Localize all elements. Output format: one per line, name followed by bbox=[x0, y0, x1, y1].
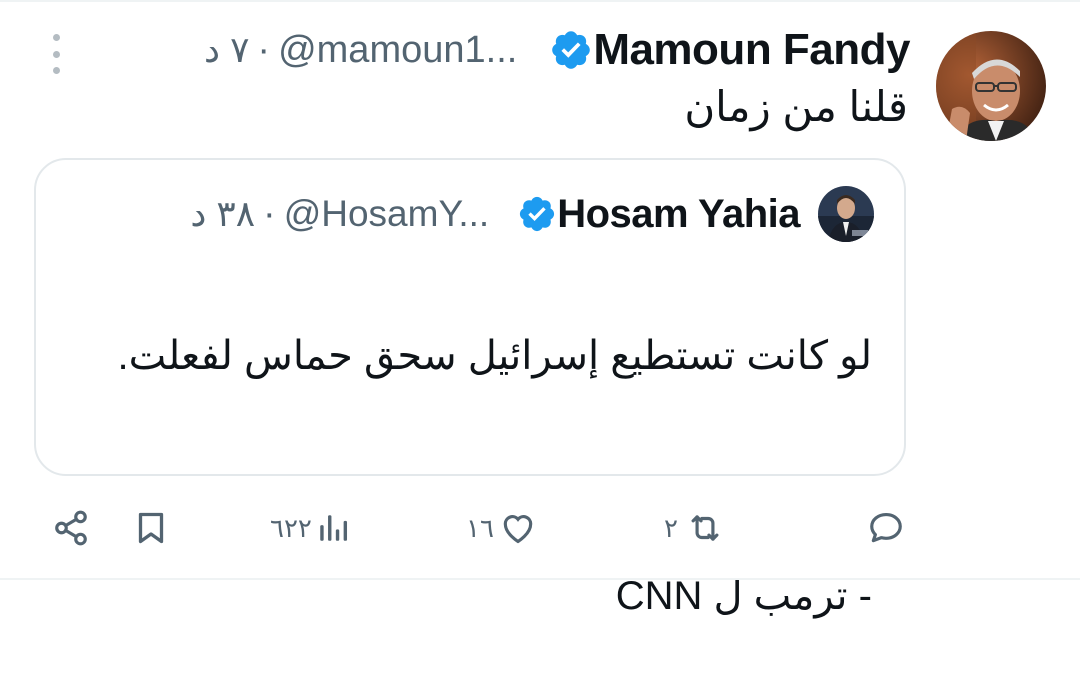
quoted-tweet-card[interactable]: Hosam Yahia @HosamY... · ٣٨ د لو كانت تس… bbox=[34, 158, 906, 618]
tweet-text: قلنا من زمان bbox=[684, 83, 908, 130]
quoted-text-line-1: لو كانت تستطيع إسرائيل سحق حماس لفعلت. bbox=[117, 334, 872, 378]
bookmark-button[interactable] bbox=[133, 500, 169, 556]
separator-dot: · bbox=[257, 28, 271, 71]
quoted-tweet-text: لو كانت تستطيع إسرائيل سحق حماس لفعلت. -… bbox=[72, 266, 872, 686]
share-icon bbox=[55, 510, 87, 546]
author-name[interactable]: Mamoun Fandy bbox=[593, 25, 910, 75]
quoted-text-line-2: - ترمب ل CNN bbox=[615, 574, 872, 618]
verified-icon bbox=[517, 194, 557, 234]
tweet-action-bar: ٦٢٢ ١٦ ٢ bbox=[0, 500, 1080, 556]
retweet-button[interactable]: ٢ bbox=[660, 500, 728, 556]
retweets-count: ٢ bbox=[664, 512, 678, 543]
quoted-author-avatar bbox=[818, 186, 874, 242]
verified-icon bbox=[549, 28, 593, 72]
more-options-button[interactable] bbox=[44, 34, 68, 74]
quoted-author-name: Hosam Yahia bbox=[557, 191, 800, 236]
retweet-icon bbox=[691, 515, 719, 541]
like-button[interactable]: ١٦ bbox=[462, 500, 538, 556]
tweet-timestamp[interactable]: ٧ د bbox=[204, 29, 249, 71]
share-button[interactable] bbox=[52, 500, 90, 556]
tweet-header: Mamoun Fandy @mamoun1... · ٧ د bbox=[204, 22, 910, 78]
reply-icon bbox=[870, 512, 902, 543]
quoted-tweet-header: Hosam Yahia @HosamY... · ٣٨ د bbox=[190, 188, 800, 240]
bottom-divider bbox=[0, 578, 1080, 580]
author-avatar[interactable] bbox=[936, 31, 1046, 141]
reply-button[interactable] bbox=[866, 500, 906, 556]
quoted-tweet-timestamp: ٣٨ د bbox=[190, 193, 256, 234]
bookmark-icon bbox=[138, 512, 164, 544]
author-handle[interactable]: @mamoun1... bbox=[278, 29, 517, 72]
like-icon bbox=[503, 515, 533, 544]
likes-count: ١٦ bbox=[466, 512, 494, 543]
views-count: ٦٢٢ bbox=[270, 512, 312, 543]
separator-dot: · bbox=[263, 192, 276, 235]
views-icon bbox=[320, 515, 347, 541]
views-button[interactable]: ٦٢٢ bbox=[266, 500, 350, 556]
top-divider bbox=[0, 0, 1080, 2]
more-vertical-icon bbox=[52, 34, 60, 41]
quoted-author-handle: @HosamY... bbox=[283, 193, 490, 234]
